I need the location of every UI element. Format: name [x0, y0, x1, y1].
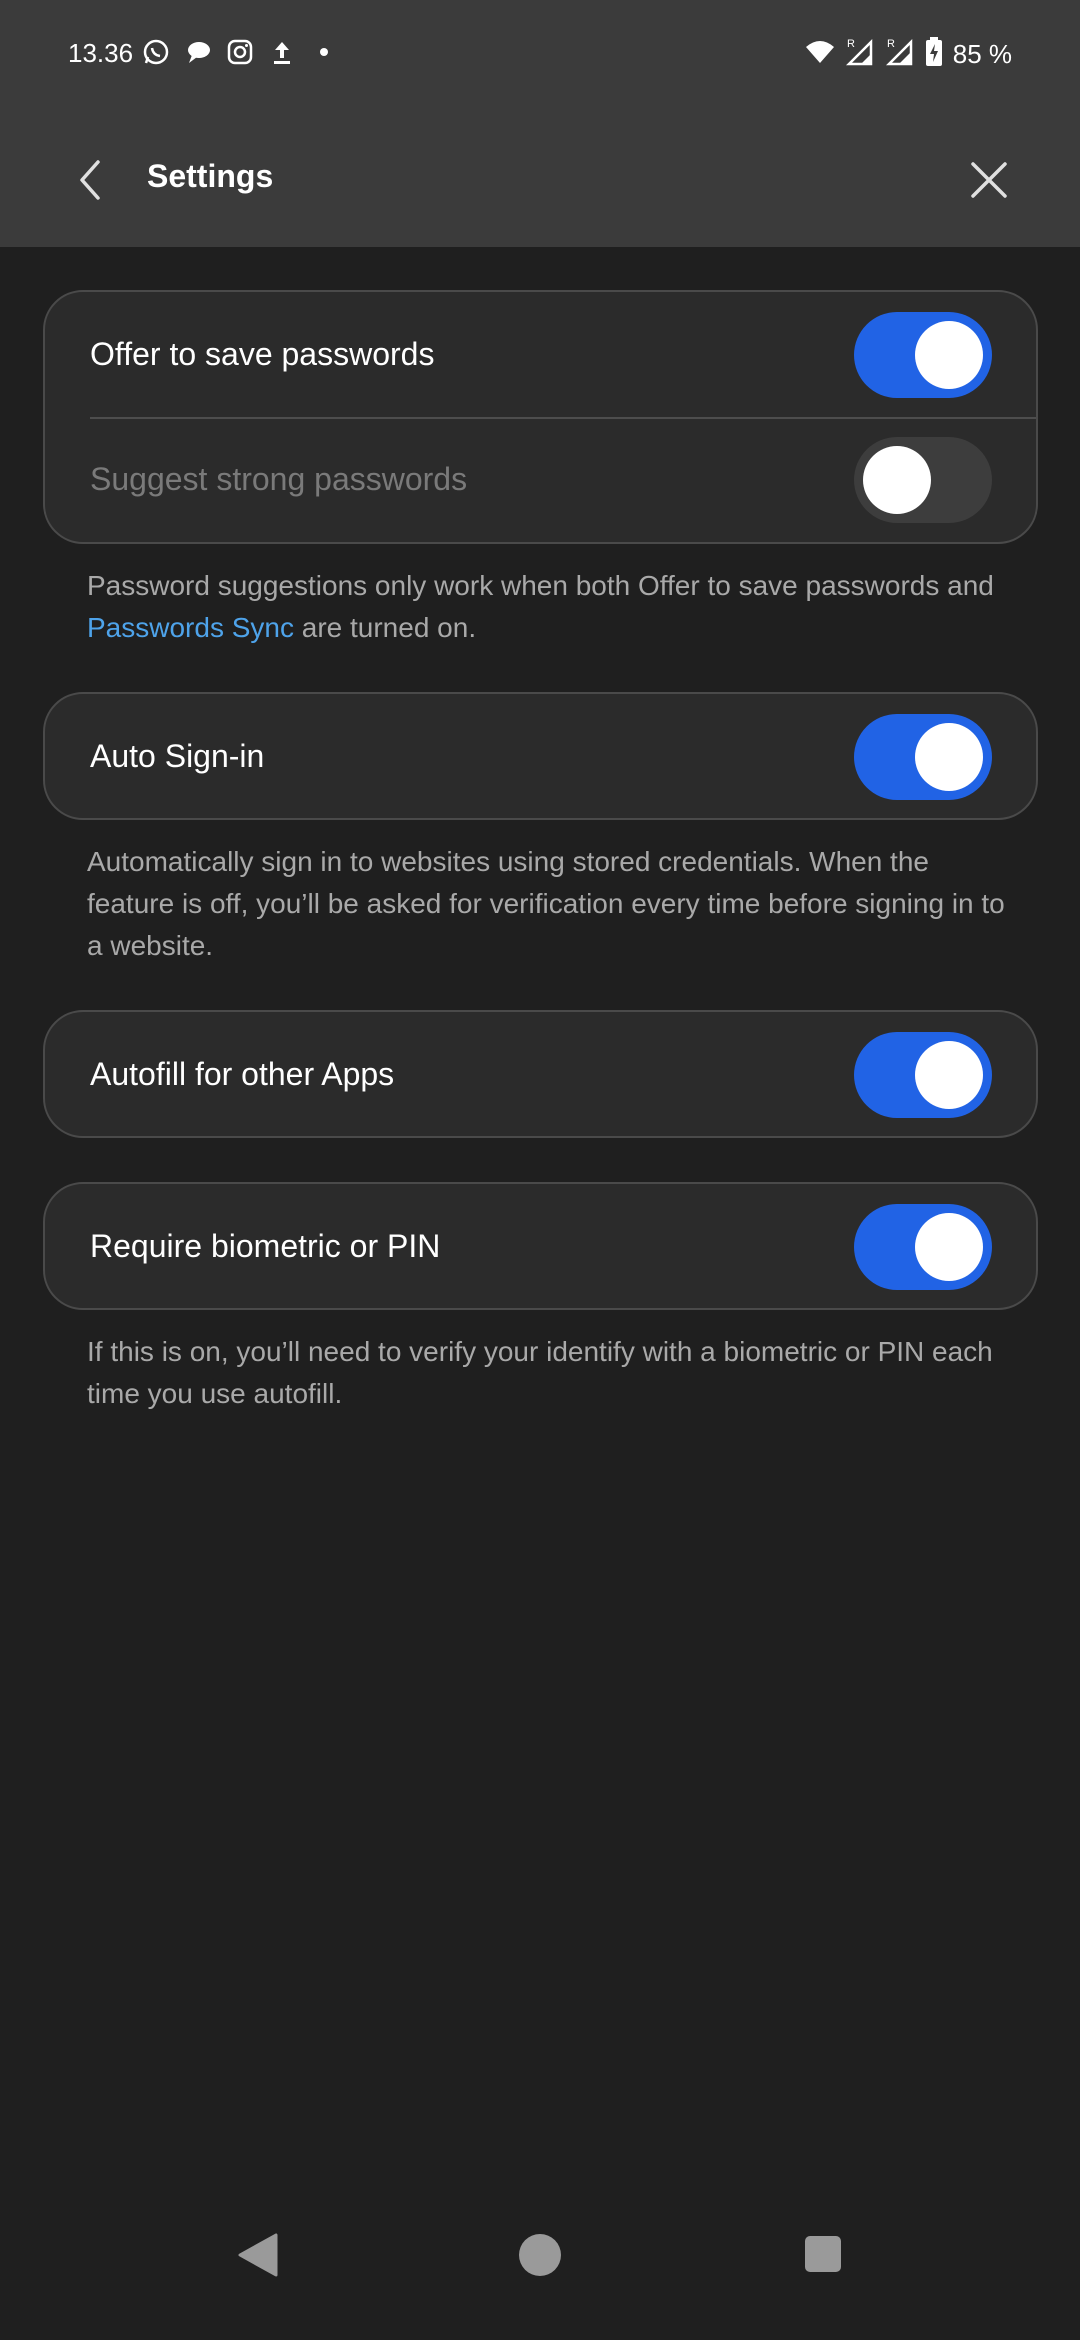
- nav-back-icon[interactable]: [238, 2233, 278, 2277]
- toggle-knob: [915, 1213, 983, 1281]
- note-text-after-link: are turned on.: [293, 612, 477, 643]
- biometric-row[interactable]: Require biometric or PIN: [45, 1184, 1036, 1309]
- biometric-toggle[interactable]: [854, 1204, 992, 1290]
- divider: [90, 417, 1036, 419]
- offer-to-save-passwords-toggle[interactable]: [854, 312, 992, 398]
- battery-percentage: 85 %: [952, 39, 1012, 69]
- autofill-apps-row[interactable]: Autofill for other Apps: [45, 1012, 1036, 1137]
- battery-charging-icon: [925, 37, 943, 72]
- autofill-apps-toggle[interactable]: [854, 1032, 992, 1118]
- whatsapp-icon: [142, 38, 170, 66]
- notification-icons: [142, 38, 338, 66]
- auto-signin-card: Auto Sign-in: [43, 692, 1038, 820]
- nav-recents-icon[interactable]: [805, 2236, 841, 2272]
- svg-text:R: R: [847, 38, 855, 50]
- close-button[interactable]: [964, 155, 1014, 205]
- note-text-before-link: Password suggestions only work when both…: [87, 570, 994, 601]
- signal-r-icon-2: R: [885, 36, 915, 73]
- suggest-strong-passwords-toggle: [854, 437, 992, 523]
- autofill-apps-card: Autofill for other Apps: [43, 1010, 1038, 1138]
- chevron-left-icon: [80, 160, 100, 200]
- page-title: Settings: [147, 158, 274, 194]
- offer-to-save-passwords-row[interactable]: Offer to save passwords: [45, 292, 1036, 417]
- nav-home-icon[interactable]: [519, 2234, 561, 2276]
- dot-icon: [310, 38, 338, 66]
- auto-signin-note: Automatically sign in to websites using …: [87, 846, 1005, 961]
- status-time: 13.36: [68, 38, 134, 68]
- close-icon: [971, 162, 1007, 198]
- upload-icon: [268, 38, 296, 66]
- status-bar: 13.36 R R 85 %: [0, 0, 1080, 110]
- header: 13.36 R R 85 % Settings: [0, 0, 1080, 247]
- auto-signin-label: Auto Sign-in: [90, 738, 265, 774]
- toggle-knob: [863, 446, 931, 514]
- offer-to-save-passwords-label: Offer to save passwords: [90, 336, 435, 372]
- passwords-card: Offer to save passwords Suggest strong p…: [43, 290, 1038, 544]
- autofill-apps-label: Autofill for other Apps: [90, 1056, 395, 1092]
- signal-r-icon: R: [845, 36, 875, 73]
- system-status-icons: R R 85 %: [805, 36, 1012, 73]
- biometric-label: Require biometric or PIN: [90, 1228, 441, 1264]
- back-button[interactable]: [66, 155, 116, 205]
- toggle-knob: [915, 723, 983, 791]
- suggest-strong-passwords-label: Suggest strong passwords: [90, 461, 468, 497]
- password-suggestions-note: Password suggestions only work when both…: [87, 565, 1017, 649]
- svg-text:R: R: [887, 38, 895, 50]
- auto-signin-toggle[interactable]: [854, 714, 992, 800]
- chat-bubble-icon: [184, 38, 212, 66]
- auto-signin-row[interactable]: Auto Sign-in: [45, 694, 1036, 819]
- toggle-knob: [915, 321, 983, 389]
- toggle-knob: [915, 1041, 983, 1109]
- app-bar: Settings: [0, 140, 1080, 220]
- passwords-sync-link[interactable]: Passwords Sync: [87, 612, 294, 643]
- instagram-icon: [226, 38, 254, 66]
- wifi-icon: [805, 38, 835, 71]
- biometric-note: If this is on, you’ll need to verify you…: [87, 1336, 993, 1409]
- suggest-strong-passwords-row: Suggest strong passwords: [45, 417, 1036, 542]
- biometric-card: Require biometric or PIN: [43, 1182, 1038, 1310]
- system-nav-bar: [0, 2190, 1080, 2340]
